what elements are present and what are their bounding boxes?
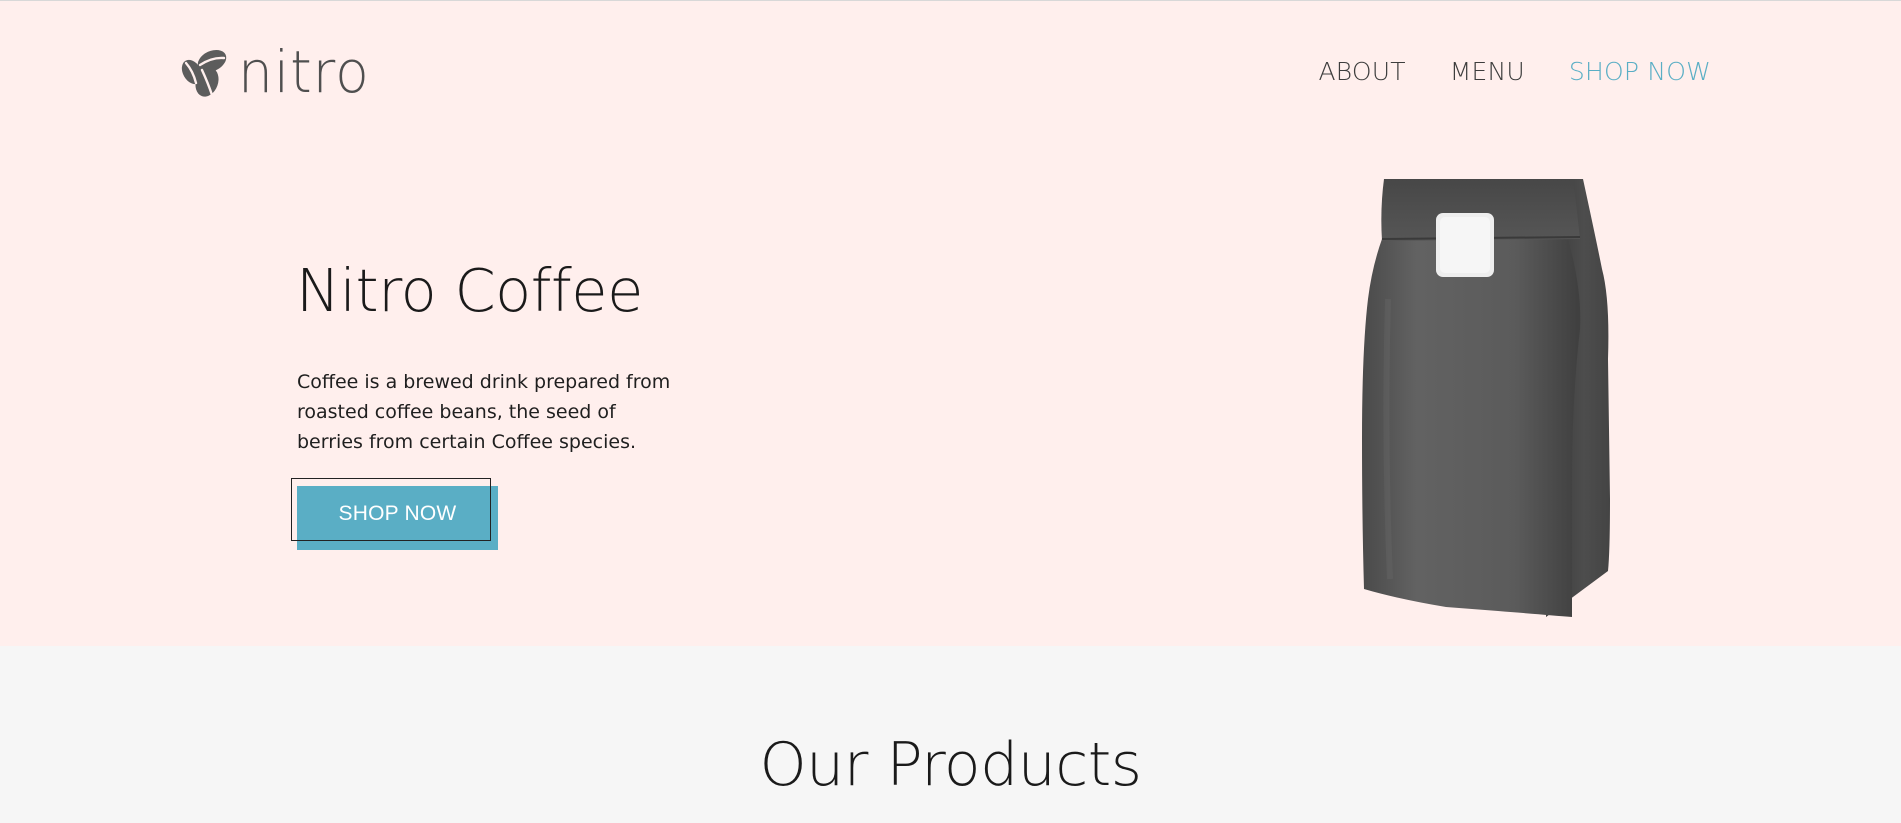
nav-shop-now[interactable]: SHOP NOW: [1569, 57, 1711, 86]
products-section: Our Products: [0, 646, 1901, 823]
nav-menu[interactable]: MENU: [1450, 57, 1525, 86]
hero-title: Nitro Coffee: [296, 256, 643, 325]
shop-now-button[interactable]: [291, 478, 491, 541]
main-nav: ABOUT MENU SHOP NOW: [1318, 57, 1711, 86]
logo-link[interactable]: nitro: [178, 43, 377, 101]
coffee-beans-icon: [178, 45, 230, 99]
shop-now-cta: SHOP NOW: [291, 478, 498, 550]
hero-section: nitro ABOUT MENU SHOP NOW Nitro Coffee C…: [0, 0, 1901, 646]
nav-about[interactable]: ABOUT: [1318, 57, 1405, 86]
coffee-bag-image: [1358, 179, 1630, 623]
hero-description: Coffee is a brewed drink prepared from r…: [297, 371, 671, 453]
logo-text: nitro: [238, 38, 370, 106]
products-title: Our Products: [759, 730, 1142, 800]
